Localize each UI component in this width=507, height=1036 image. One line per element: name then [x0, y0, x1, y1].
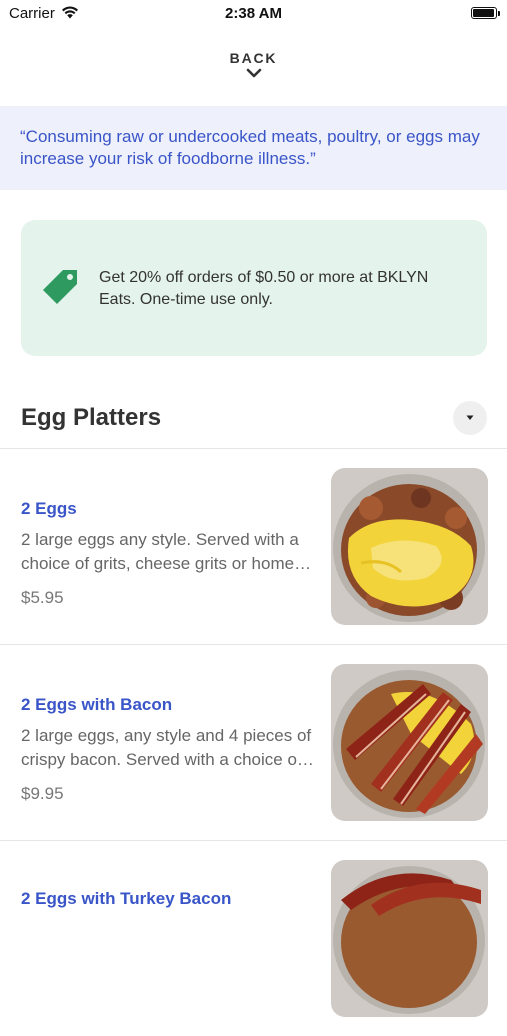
item-description: 2 large eggs, any style and 4 pieces of … [21, 726, 312, 769]
menu-item-2-eggs-with-turkey-bacon[interactable]: 2 Eggs with Turkey Bacon [0, 841, 507, 1036]
item-price: $9.95 [21, 784, 64, 803]
section-title: Egg Platters [21, 404, 162, 431]
caret-down-icon [466, 415, 474, 420]
item-photo [331, 664, 488, 821]
section-dropdown-button[interactable] [453, 401, 487, 435]
item-description: 2 large eggs any style. Served with a ch… [21, 530, 299, 573]
warning-text: “Consuming raw or undercooked meats, pou… [20, 127, 480, 168]
item-name: 2 Eggs [21, 499, 77, 518]
item-name: 2 Eggs with Turkey Bacon [21, 889, 232, 908]
promo-card: Get 20% off orders of $0.50 or more at B… [21, 220, 487, 356]
battery-icon [471, 7, 497, 19]
menu-item-2-eggs-with-bacon[interactable]: 2 Eggs with Bacon 2 large eggs, any styl… [0, 645, 507, 840]
price-tag-icon [43, 270, 77, 304]
item-photo [331, 468, 488, 625]
back-label: BACK [229, 50, 278, 66]
battery-tip [498, 11, 500, 16]
clock: 2:38 AM [225, 5, 282, 22]
promo-text: Get 20% off orders of $0.50 or more at B… [99, 269, 429, 308]
item-price: $5.95 [21, 588, 64, 607]
menu-item-2-eggs[interactable]: 2 Eggs 2 large eggs any style. Served wi… [0, 449, 507, 644]
item-photo [331, 860, 488, 1017]
food-safety-warning: “Consuming raw or undercooked meats, pou… [0, 106, 507, 190]
chevron-down-icon [246, 68, 261, 78]
back-button[interactable]: BACK [0, 50, 507, 79]
status-bar: Carrier 2:38 AM [0, 0, 507, 28]
item-name: 2 Eggs with Bacon [21, 695, 173, 714]
